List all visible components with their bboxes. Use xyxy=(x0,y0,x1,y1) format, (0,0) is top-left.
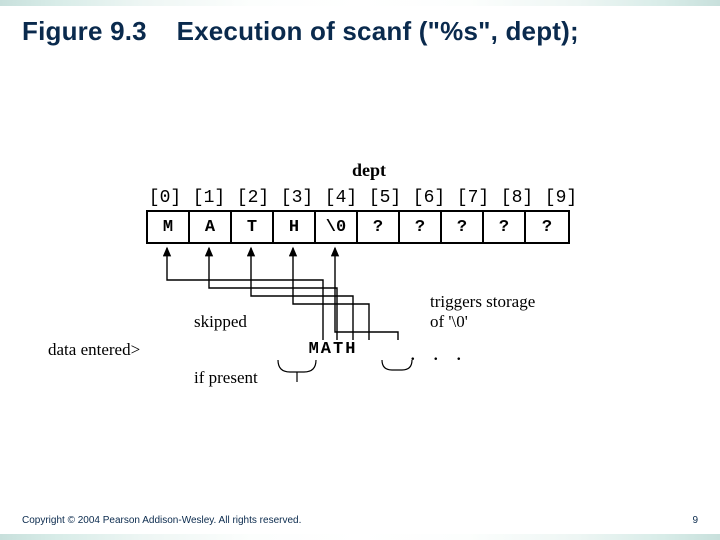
data-entered-label: data entered> xyxy=(48,340,140,360)
copyright-text: Copyright © 2004 Pearson Addison-Wesley.… xyxy=(22,515,301,526)
figure-caption: Execution of scanf ("%s", dept); xyxy=(177,16,579,46)
page-number: 9 xyxy=(692,515,698,526)
arrows-svg xyxy=(130,160,600,420)
bottom-gradient-strip xyxy=(0,534,720,540)
figure-number: Figure 9.3 xyxy=(22,16,147,46)
top-gradient-strip xyxy=(0,0,720,6)
scanf-diagram: dept [0][1][2][3][4][5][6][7][8][9] M A … xyxy=(130,160,600,420)
figure-title: Figure 9.3 Execution of scanf ("%s", dep… xyxy=(22,16,579,47)
